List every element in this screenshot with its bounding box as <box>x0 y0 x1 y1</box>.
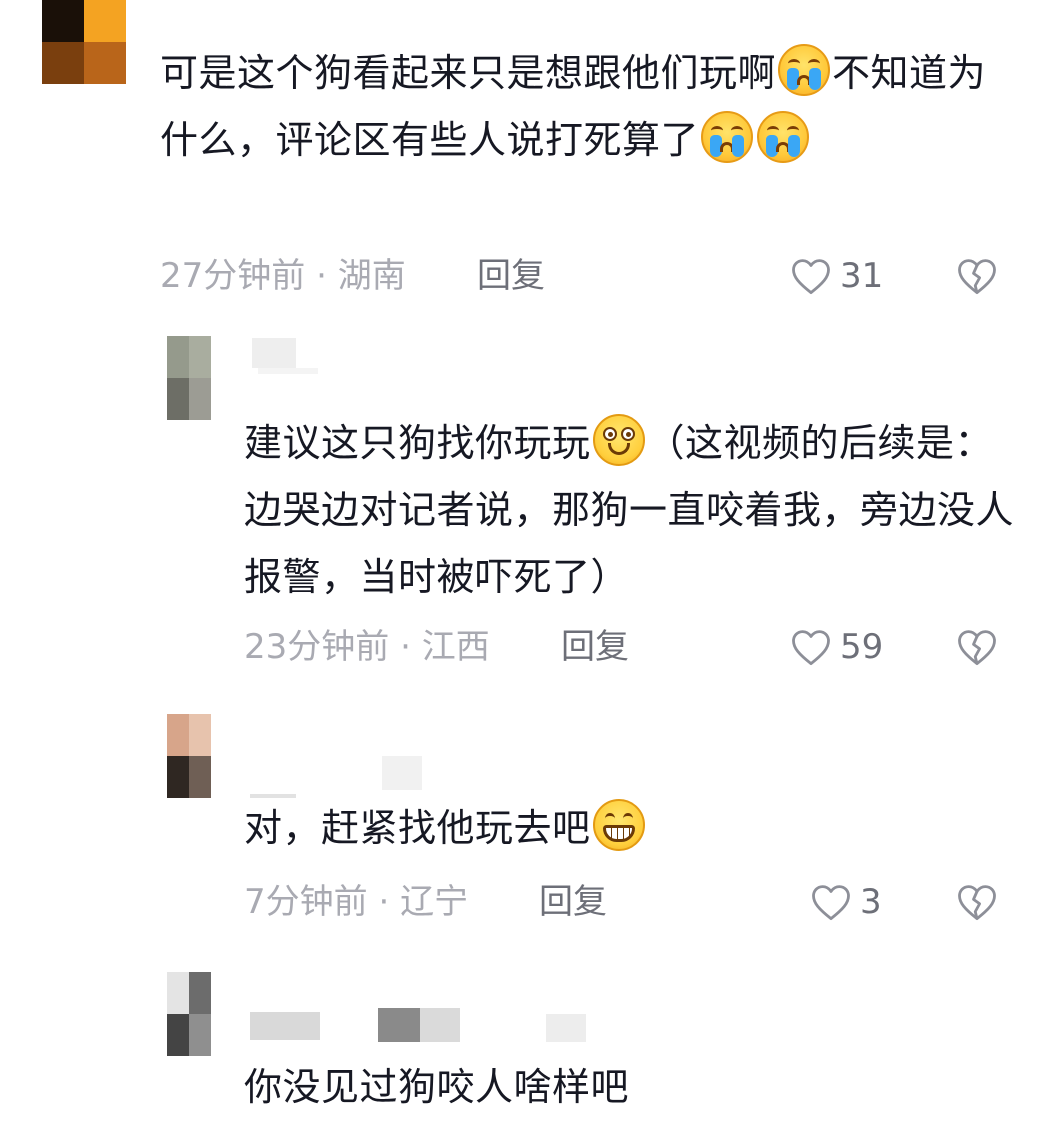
heart-icon <box>812 885 850 921</box>
redaction-block <box>252 338 296 368</box>
avatar-tile <box>84 42 126 84</box>
reply-comment-item: 建议这只狗找你玩玩 （这视频的后续是：边哭边对记者说，那狗一直咬着我，旁边没人报警… <box>0 320 1058 700</box>
comment-text: 对，赶紧找他玩去吧 <box>244 795 1014 862</box>
reply-button[interactable]: 回复 <box>539 882 607 922</box>
avatar[interactable] <box>167 336 211 420</box>
comment-text-run: 你没见过狗咬人啥样吧 <box>244 1065 630 1109</box>
like-count: 59 <box>840 627 884 667</box>
like-button[interactable]: 59 <box>790 625 883 669</box>
comment-location: 辽宁 <box>400 882 469 922</box>
avatar-tile <box>167 336 189 378</box>
username-redacted[interactable] <box>250 338 330 378</box>
redaction-block <box>420 1008 460 1042</box>
comment-text: 建议这只狗找你玩玩 （这视频的后续是：边哭边对记者说，那狗一直咬着我，旁边没人报警… <box>244 410 1014 611</box>
grin-emoji-icon <box>592 799 645 851</box>
like-count: 3 <box>860 882 882 922</box>
avatar-tile <box>167 756 189 798</box>
broken-heart-icon[interactable] <box>956 627 998 667</box>
like-count: 31 <box>840 256 884 296</box>
avatar[interactable] <box>42 0 126 84</box>
avatar-tile <box>42 0 84 42</box>
reply-comment-item: 对，赶紧找他玩去吧 7分钟前 · 辽宁 回复 3 <box>0 700 1058 960</box>
avatar-tile <box>84 0 126 42</box>
avatar-tile <box>189 1014 211 1056</box>
redaction-block <box>378 1008 420 1042</box>
reply-button[interactable]: 回复 <box>477 256 545 296</box>
comment-text-run: 对，赶紧找他玩去吧 <box>244 806 591 850</box>
username-redacted[interactable] <box>250 1008 600 1048</box>
comment-location: 湖南 <box>337 256 406 296</box>
avatar-tile <box>189 336 211 378</box>
meta-separator: · <box>367 882 401 922</box>
meta-separator: · <box>305 256 338 296</box>
reply-comment-item: 你没见过狗咬人啥样吧 <box>0 960 1058 1121</box>
comment-time: 7分钟前 <box>244 882 368 922</box>
smile-emoji-icon <box>592 414 645 466</box>
crying-emoji-icon <box>701 111 754 163</box>
comment-meta: 27分钟前 · 湖南 <box>160 256 406 296</box>
avatar-tile <box>167 972 189 1014</box>
reply-button[interactable]: 回复 <box>561 627 629 667</box>
avatar-tile <box>189 714 211 756</box>
redaction-block <box>258 368 318 374</box>
avatar-tile <box>167 714 189 756</box>
heart-icon <box>792 630 830 666</box>
comment-meta: 23分钟前 · 江西 <box>244 627 490 667</box>
avatar-tile <box>42 42 84 84</box>
broken-heart-icon[interactable] <box>956 882 998 922</box>
comment-text-run: 可是这个狗看起来只是想跟他们玩啊 <box>160 51 777 95</box>
avatar-tile <box>189 756 211 798</box>
crying-emoji-icon <box>757 111 810 163</box>
comment-meta: 7分钟前 · 辽宁 <box>244 882 468 922</box>
comment-text: 可是这个狗看起来只是想跟他们玩啊 不知道为什么，评论区有些人说打死算了 <box>160 40 995 174</box>
avatar-tile <box>189 972 211 1014</box>
like-button[interactable]: 31 <box>790 254 883 298</box>
comment-time: 27分钟前 <box>160 256 306 296</box>
like-button[interactable]: 3 <box>810 880 882 924</box>
avatar-tile <box>167 1014 189 1056</box>
comment-location: 江西 <box>421 627 490 667</box>
avatar[interactable] <box>167 714 211 798</box>
meta-separator: · <box>389 627 422 667</box>
crying-emoji-icon <box>778 44 831 96</box>
comment-text: 你没见过狗咬人啥样吧 <box>244 1054 1014 1121</box>
redaction-block <box>546 1014 586 1042</box>
comment-item: 可是这个狗看起来只是想跟他们玩啊 不知道为什么，评论区有些人说打死算了 27分钟前… <box>0 0 1058 320</box>
heart-icon <box>792 259 830 295</box>
broken-heart-icon[interactable] <box>956 256 998 296</box>
username-redacted[interactable] <box>250 756 430 798</box>
comment-time: 23分钟前 <box>244 627 390 667</box>
comment-text-run: 建议这只狗找你玩玩 <box>244 421 591 465</box>
avatar-tile <box>167 378 189 420</box>
redaction-block <box>382 756 422 790</box>
avatar-tile <box>189 378 211 420</box>
redaction-block <box>250 1012 320 1040</box>
avatar[interactable] <box>167 972 211 1056</box>
